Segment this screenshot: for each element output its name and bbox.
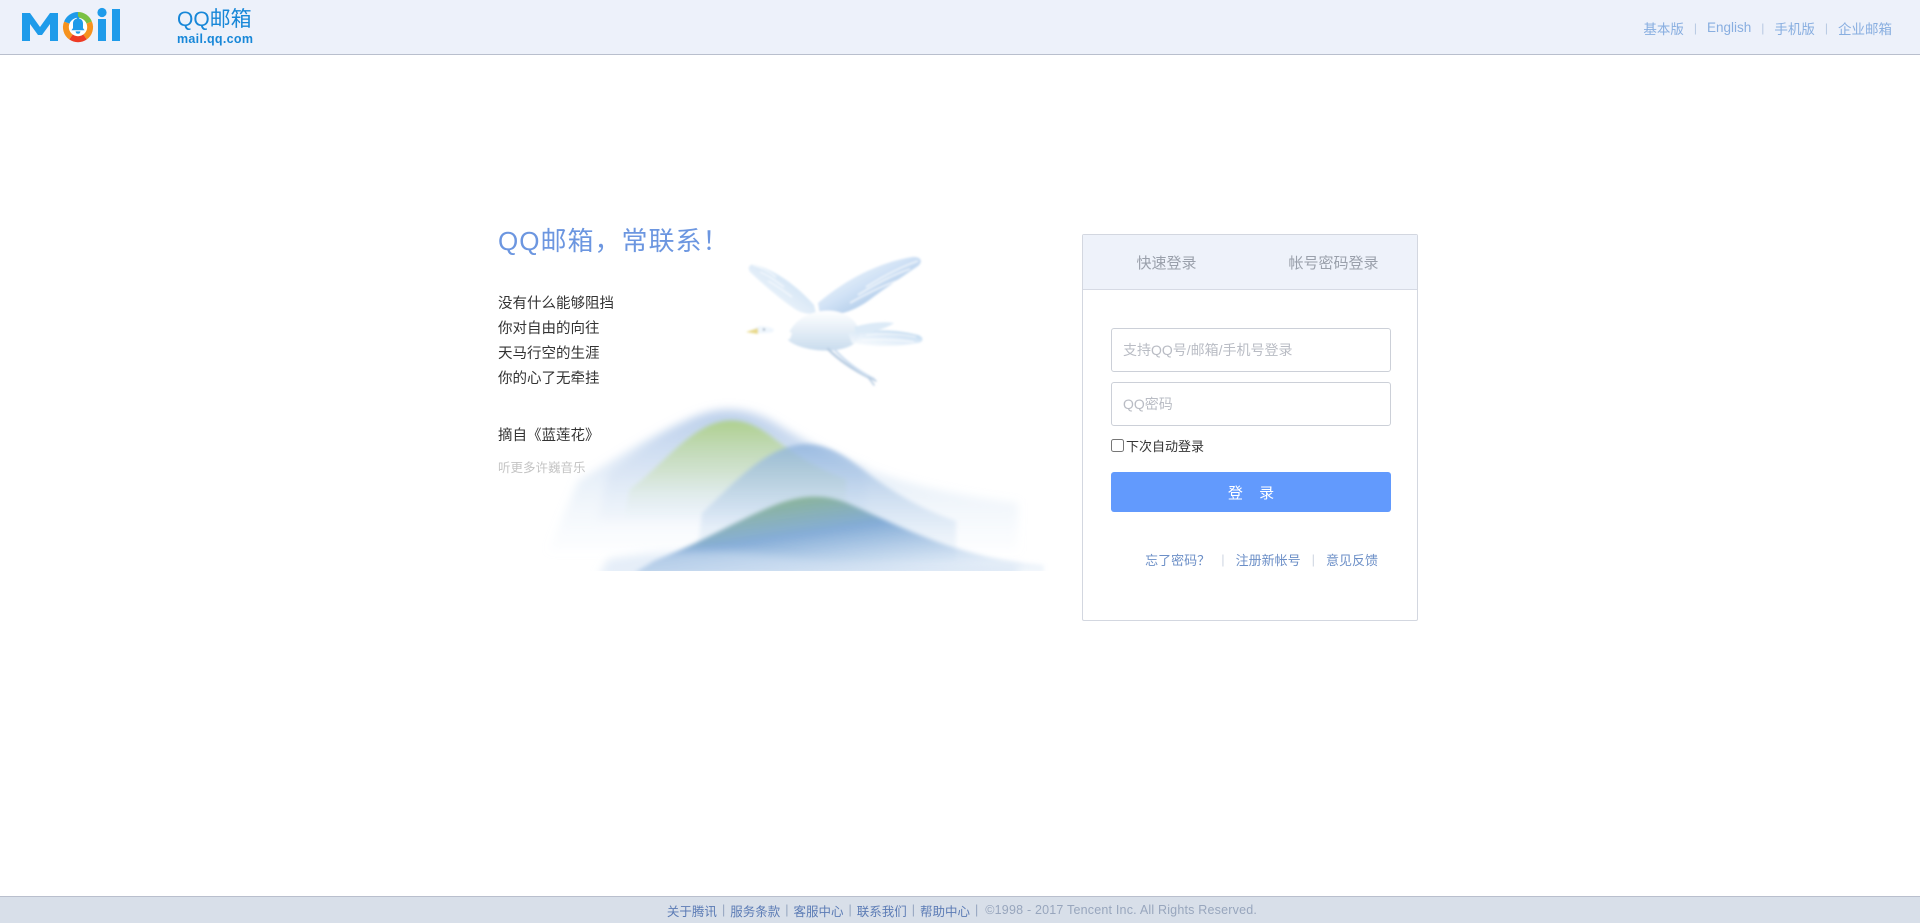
- forgot-password-link[interactable]: 忘了密码？: [1134, 550, 1221, 569]
- logo-title: QQ邮箱: [177, 7, 252, 31]
- header-link-enterprise[interactable]: 企业邮箱: [1828, 18, 1902, 38]
- promo-line: 没有什么能够阻挡: [498, 296, 614, 312]
- login-tabs: 快速登录 帐号密码登录: [1083, 235, 1417, 290]
- page-footer: 关于腾讯 | 服务条款 | 客服中心 | 联系我们 | 帮助中心 | ©1998…: [0, 896, 1920, 923]
- promo-line: 你的心了无牵挂: [498, 371, 600, 387]
- login-panel: 快速登录 帐号密码登录 下次自动登录 登 录 忘了密码？ | 注册新帐号 | 意…: [1082, 234, 1418, 621]
- header-link-mobile[interactable]: 手机版: [1764, 18, 1825, 38]
- auto-login-label[interactable]: 下次自动登录: [1126, 436, 1204, 455]
- main-content: QQ邮箱，常联系！ 没有什么能够阻挡 你对自由的向往 天马行空的生涯 你的心了无…: [0, 56, 1920, 896]
- footer-link-terms[interactable]: 服务条款: [726, 901, 784, 920]
- promo-music-link[interactable]: 听更多许巍音乐: [498, 457, 586, 476]
- header-link-english[interactable]: English: [1697, 20, 1761, 35]
- login-button[interactable]: 登 录: [1111, 472, 1391, 512]
- header-links: 基本版 | English | 手机版 | 企业邮箱: [1633, 0, 1902, 55]
- auto-login-checkbox[interactable]: [1111, 439, 1124, 452]
- promo-line: 你对自由的向往: [498, 321, 600, 337]
- header-link-basic[interactable]: 基本版: [1633, 18, 1694, 38]
- promo-section: QQ邮箱，常联系！ 没有什么能够阻挡 你对自由的向往 天马行空的生涯 你的心了无…: [498, 221, 1058, 577]
- promo-line: 天马行空的生涯: [498, 346, 600, 362]
- register-account-link[interactable]: 注册新帐号: [1225, 550, 1312, 569]
- password-input[interactable]: [1111, 382, 1391, 426]
- account-input[interactable]: [1111, 328, 1391, 372]
- footer-link-contact-us[interactable]: 联系我们: [853, 901, 911, 920]
- footer-copyright: ©1998 - 2017 Tencent Inc. All Rights Res…: [985, 903, 1258, 917]
- site-logo[interactable]: QQ邮箱 mail.qq.com: [18, 6, 253, 48]
- qqmail-logo-icon: [18, 5, 170, 50]
- feedback-link[interactable]: 意见反馈: [1315, 550, 1389, 569]
- footer-link-customer-service[interactable]: 客服中心: [789, 901, 847, 920]
- login-form: 下次自动登录 登 录 忘了密码？ | 注册新帐号 | 意见反馈: [1083, 290, 1417, 569]
- logo-subtitle: mail.qq.com: [177, 31, 254, 46]
- login-helper-links: 忘了密码？ | 注册新帐号 | 意见反馈: [1111, 550, 1389, 569]
- remember-row: 下次自动登录: [1111, 436, 1389, 455]
- tab-account-password-login[interactable]: 帐号密码登录: [1250, 235, 1417, 289]
- promo-title: QQ邮箱，常联系！: [498, 226, 730, 256]
- footer-link-help-center[interactable]: 帮助中心: [916, 901, 974, 920]
- tab-quick-login[interactable]: 快速登录: [1083, 235, 1250, 289]
- footer-link-about-tencent[interactable]: 关于腾讯: [663, 901, 721, 920]
- page-header: QQ邮箱 mail.qq.com 基本版 | English | 手机版 | 企…: [0, 0, 1920, 55]
- promo-source: 摘自《蓝莲花》: [498, 428, 600, 444]
